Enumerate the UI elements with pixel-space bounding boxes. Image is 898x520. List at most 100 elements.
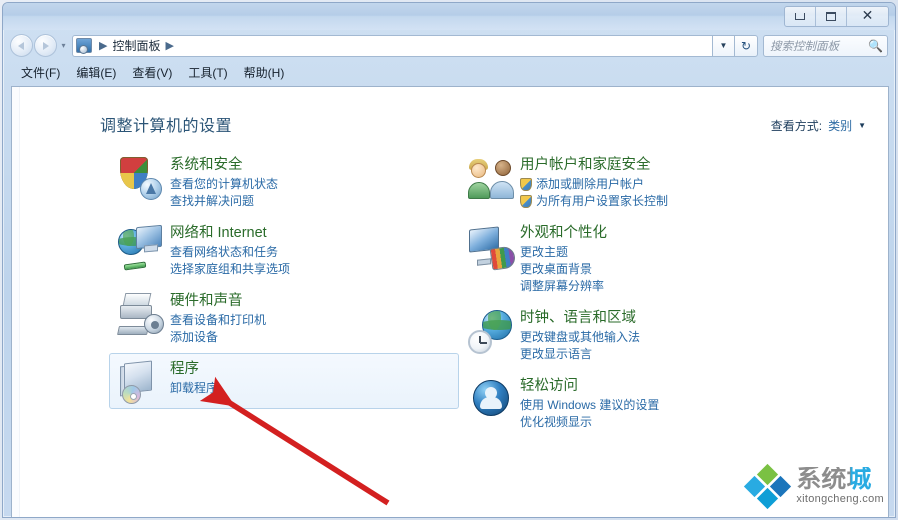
address-bar-actions: ▼ ↻ (713, 34, 758, 57)
menu-bar: 文件(F) 编辑(E) 查看(V) 工具(T) 帮助(H) (3, 61, 895, 83)
category-link[interactable]: 添加设备 (170, 329, 450, 346)
maximize-icon (826, 12, 836, 21)
navigation-bar: ▾ ▶ 控制面板 ▶ ▼ ↻ 搜索控制面板 🔍 (3, 30, 895, 61)
link-text: 添加设备 (170, 330, 219, 344)
close-button[interactable]: ✕ (847, 7, 888, 26)
control-panel-icon (76, 38, 92, 54)
chevron-down-icon[interactable]: ▼ (858, 121, 866, 130)
category-link[interactable]: 更改键盘或其他输入法 (520, 329, 780, 346)
monitor-and-palette-icon (468, 223, 517, 271)
category-title[interactable]: 外观和个性化 (520, 224, 780, 242)
globe-and-clock-icon (468, 308, 514, 354)
window-controls: ✕ (784, 6, 889, 27)
category-link[interactable]: 使用 Windows 建议的设置 (520, 397, 780, 414)
category-programs[interactable]: 程序 卸载程序 (109, 353, 459, 409)
link-text: 卸载程序 (170, 381, 219, 395)
link-text: 添加或删除用户帐户 (536, 177, 645, 191)
search-input[interactable]: 搜索控制面板 (770, 38, 868, 54)
category-link[interactable]: 查找并解决问题 (170, 193, 450, 210)
window-title-bar: ✕ (3, 3, 895, 30)
category-network-and-internet[interactable]: 网络和 Internet 查看网络状态和任务 选择家庭组和共享选项 (109, 217, 459, 285)
link-text: 为所有用户设置家长控制 (536, 194, 669, 208)
category-link[interactable]: 更改主题 (520, 244, 780, 261)
link-text: 优化视频显示 (520, 415, 593, 429)
users-icon (468, 155, 514, 201)
forward-button[interactable] (34, 34, 57, 57)
link-text: 使用 Windows 建议的设置 (520, 398, 660, 412)
menu-item-file[interactable]: 文件(F) (21, 62, 70, 83)
address-bar[interactable]: ▶ 控制面板 ▶ (72, 34, 713, 57)
link-text: 更改显示语言 (520, 347, 593, 361)
category-link[interactable]: 更改桌面背景 (520, 261, 780, 278)
category-title[interactable]: 轻松访问 (520, 377, 780, 395)
category-link[interactable]: 查看网络状态和任务 (170, 244, 450, 261)
refresh-button[interactable]: ↻ (734, 34, 758, 57)
category-link[interactable]: 更改显示语言 (520, 346, 780, 363)
category-system-and-security[interactable]: 系统和安全 查看您的计算机状态 查找并解决问题 (109, 149, 459, 217)
search-box[interactable]: 搜索控制面板 🔍 (763, 34, 888, 57)
history-dropdown-icon[interactable]: ▾ (57, 41, 70, 50)
category-title[interactable]: 系统和安全 (170, 156, 450, 174)
category-column-left: 系统和安全 查看您的计算机状态 查找并解决问题 网络和 Internet 查看网… (109, 149, 459, 409)
close-icon: ✕ (861, 8, 874, 24)
category-title[interactable]: 程序 (170, 360, 450, 378)
category-user-accounts-and-family-safety[interactable]: 用户帐户和家庭安全 添加或删除用户帐户 为所有用户设置家长控制 (459, 149, 789, 217)
category-title[interactable]: 网络和 Internet (170, 224, 450, 242)
maximize-button[interactable] (816, 7, 847, 26)
menu-item-edit[interactable]: 编辑(E) (76, 62, 126, 83)
minimize-button[interactable] (785, 7, 816, 26)
category-title[interactable]: 硬件和声音 (170, 292, 450, 310)
category-link[interactable]: 调整屏幕分辨率 (520, 278, 780, 295)
breadcrumb-item-control-panel[interactable]: 控制面板 (112, 37, 160, 54)
category-link[interactable]: 添加或删除用户帐户 (520, 176, 780, 193)
breadcrumb-separator-icon-2[interactable]: ▶ (160, 39, 178, 52)
ease-of-access-icon (468, 376, 514, 422)
category-link[interactable]: 查看您的计算机状态 (170, 176, 450, 193)
category-title[interactable]: 用户帐户和家庭安全 (520, 156, 780, 174)
page-title: 调整计算机的设置 (100, 118, 233, 135)
link-text: 更改主题 (520, 245, 569, 259)
category-link[interactable]: 优化视频显示 (520, 414, 780, 431)
breadcrumb-separator-icon: ▶ (99, 40, 108, 52)
explorer-window: ✕ ▾ ▶ 控制面板 ▶ ▼ ↻ 搜索控制面板 🔍 文件(F) 编辑(E) 查看… (2, 2, 896, 518)
category-link-uninstall-program[interactable]: 卸载程序 (170, 380, 450, 397)
watermark-brand-cn: 系统城 (796, 467, 884, 492)
link-text: 查看网络状态和任务 (170, 245, 279, 259)
globe-and-monitor-icon (118, 223, 164, 271)
watermark: 系统城 xitongcheng.com (744, 463, 884, 510)
watermark-brand-en: xitongcheng.com (796, 493, 884, 505)
category-title[interactable]: 时钟、语言和区域 (520, 309, 780, 327)
link-text: 选择家庭组和共享选项 (170, 262, 291, 276)
content-pane: 调整计算机的设置 查看方式: 类别 ▼ 系统和安全 查看您的计算机状态 查找并解… (11, 86, 889, 517)
back-button[interactable] (10, 34, 33, 57)
search-icon: 🔍 (868, 38, 883, 53)
minimize-icon (795, 13, 805, 20)
menu-item-help[interactable]: 帮助(H) (244, 62, 295, 83)
shield-icon (520, 195, 532, 208)
link-text: 查看设备和打印机 (170, 313, 267, 327)
category-hardware-and-sound[interactable]: 硬件和声音 查看设备和打印机 添加设备 (109, 285, 459, 353)
category-link[interactable]: 查看设备和打印机 (170, 312, 450, 329)
address-dropdown-icon[interactable]: ▼ (713, 34, 735, 57)
printer-and-speaker-icon (117, 291, 164, 337)
link-text: 更改键盘或其他输入法 (520, 330, 641, 344)
category-link[interactable]: 为所有用户设置家长控制 (520, 193, 780, 210)
category-column-right: 用户帐户和家庭安全 添加或删除用户帐户 为所有用户设置家长控制 外观和个性化 更… (459, 149, 789, 438)
view-by-label: 查看方式: (770, 119, 823, 133)
category-clock-language-and-region[interactable]: 时钟、语言和区域 更改键盘或其他输入法 更改显示语言 (459, 302, 789, 370)
link-text: 查看您的计算机状态 (170, 177, 279, 191)
xitongcheng-logo-icon (744, 463, 792, 510)
category-appearance-and-personalization[interactable]: 外观和个性化 更改主题 更改桌面背景 调整屏幕分辨率 (459, 217, 789, 302)
watermark-text: 系统城 xitongcheng.com (796, 467, 884, 506)
link-text: 调整屏幕分辨率 (520, 279, 605, 293)
view-by-value[interactable]: 类别 (828, 117, 852, 134)
link-text: 更改桌面背景 (520, 262, 593, 276)
menu-item-view[interactable]: 查看(V) (132, 62, 182, 83)
category-link[interactable]: 选择家庭组和共享选项 (170, 261, 450, 278)
left-rail (12, 87, 20, 517)
menu-item-tools[interactable]: 工具(T) (188, 62, 237, 83)
shield-icon (520, 178, 532, 191)
shield-and-clock-icon (118, 155, 164, 201)
view-by-control[interactable]: 查看方式: 类别 ▼ (771, 117, 866, 134)
category-ease-of-access[interactable]: 轻松访问 使用 Windows 建议的设置 优化视频显示 (459, 370, 789, 438)
